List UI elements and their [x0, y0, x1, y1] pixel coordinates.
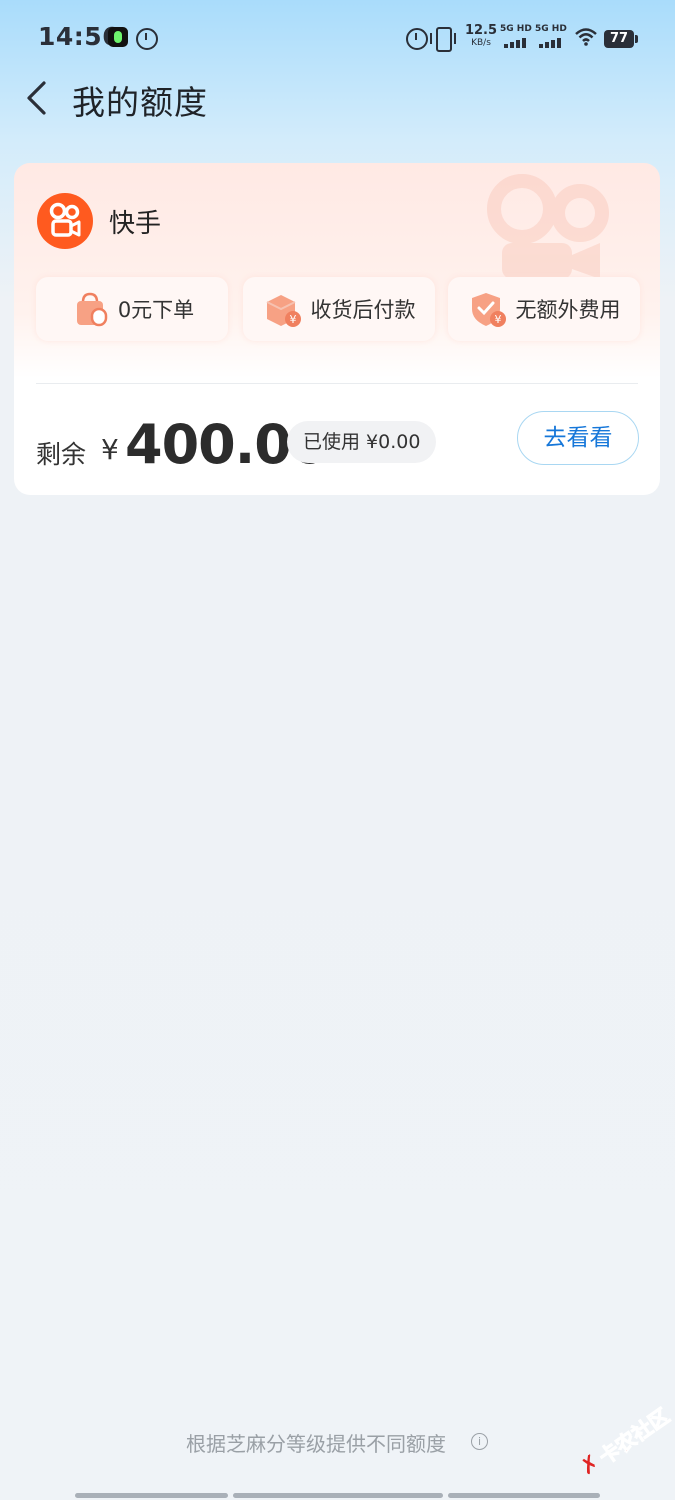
svg-text:¥: ¥: [289, 313, 296, 326]
kuaishou-watermark-icon: [487, 174, 609, 279]
gesture-nav-segment: [75, 1493, 228, 1498]
music-app-icon: [108, 27, 128, 47]
gesture-nav-segment: [448, 1493, 600, 1498]
kuaishou-logo-icon: [49, 202, 81, 237]
shopping-bag-icon: [76, 292, 108, 327]
kuaishou-logo: [37, 193, 93, 249]
feature-zero-yuan-order: 0元下单: [36, 277, 228, 341]
chevron-left-icon: [27, 81, 46, 115]
svg-text:¥: ¥: [494, 313, 501, 326]
shield-check-yuan-icon: ¥: [471, 293, 506, 327]
page-title: 我的额度: [72, 83, 208, 122]
feature-label: 无额外费用: [515, 298, 621, 322]
forum-watermark: ✗ 卡农社区: [564, 1387, 675, 1494]
network-speed-value: 12.5: [464, 23, 498, 38]
card-divider: [36, 383, 638, 384]
sim1-label: 5G HD: [500, 24, 532, 34]
feature-pay-after-receipt: ¥ 收货后付款: [243, 277, 435, 341]
credit-limit-card: 快手 0元下单 ¥ 收货后付款 ¥ 无额外费用 剩余 ¥ 400.00 已使用 …: [14, 163, 660, 495]
currency-symbol: ¥: [101, 433, 119, 466]
package-yuan-icon: ¥: [266, 295, 301, 327]
battery-icon: 77: [604, 30, 638, 48]
watermark-text: 卡农社区: [594, 1403, 674, 1470]
gesture-nav-segment: [233, 1493, 443, 1498]
feature-label: 0元下单: [117, 298, 195, 322]
vibrate-icon: [430, 27, 456, 52]
remaining-label: 剩余: [36, 440, 87, 469]
feature-label: 收货后付款: [310, 298, 416, 322]
used-amount-badge: 已使用 ¥0.00: [287, 421, 437, 463]
signal-sim2-icon: 5G HD: [535, 24, 567, 50]
alarm-icon: [136, 28, 158, 50]
go-view-button[interactable]: 去看看: [517, 411, 639, 465]
brand-name: 快手: [109, 209, 162, 239]
footer-note: 根据芝麻分等级提供不同额度: [186, 1432, 446, 1456]
status-bar: 14:56 12.5 KB/s 5G HD 5G HD 77: [0, 0, 675, 78]
alarm-clock-icon: [406, 28, 428, 50]
sim2-label: 5G HD: [535, 24, 567, 34]
wifi-icon: [575, 27, 597, 47]
back-button[interactable]: [20, 78, 56, 118]
network-speed-unit: KB/s: [471, 38, 491, 48]
info-icon[interactable]: i: [471, 1433, 488, 1450]
feature-no-extra-fee: ¥ 无额外费用: [448, 277, 640, 341]
network-speed: 12.5 KB/s: [464, 23, 498, 49]
signal-sim1-icon: 5G HD: [500, 24, 532, 50]
